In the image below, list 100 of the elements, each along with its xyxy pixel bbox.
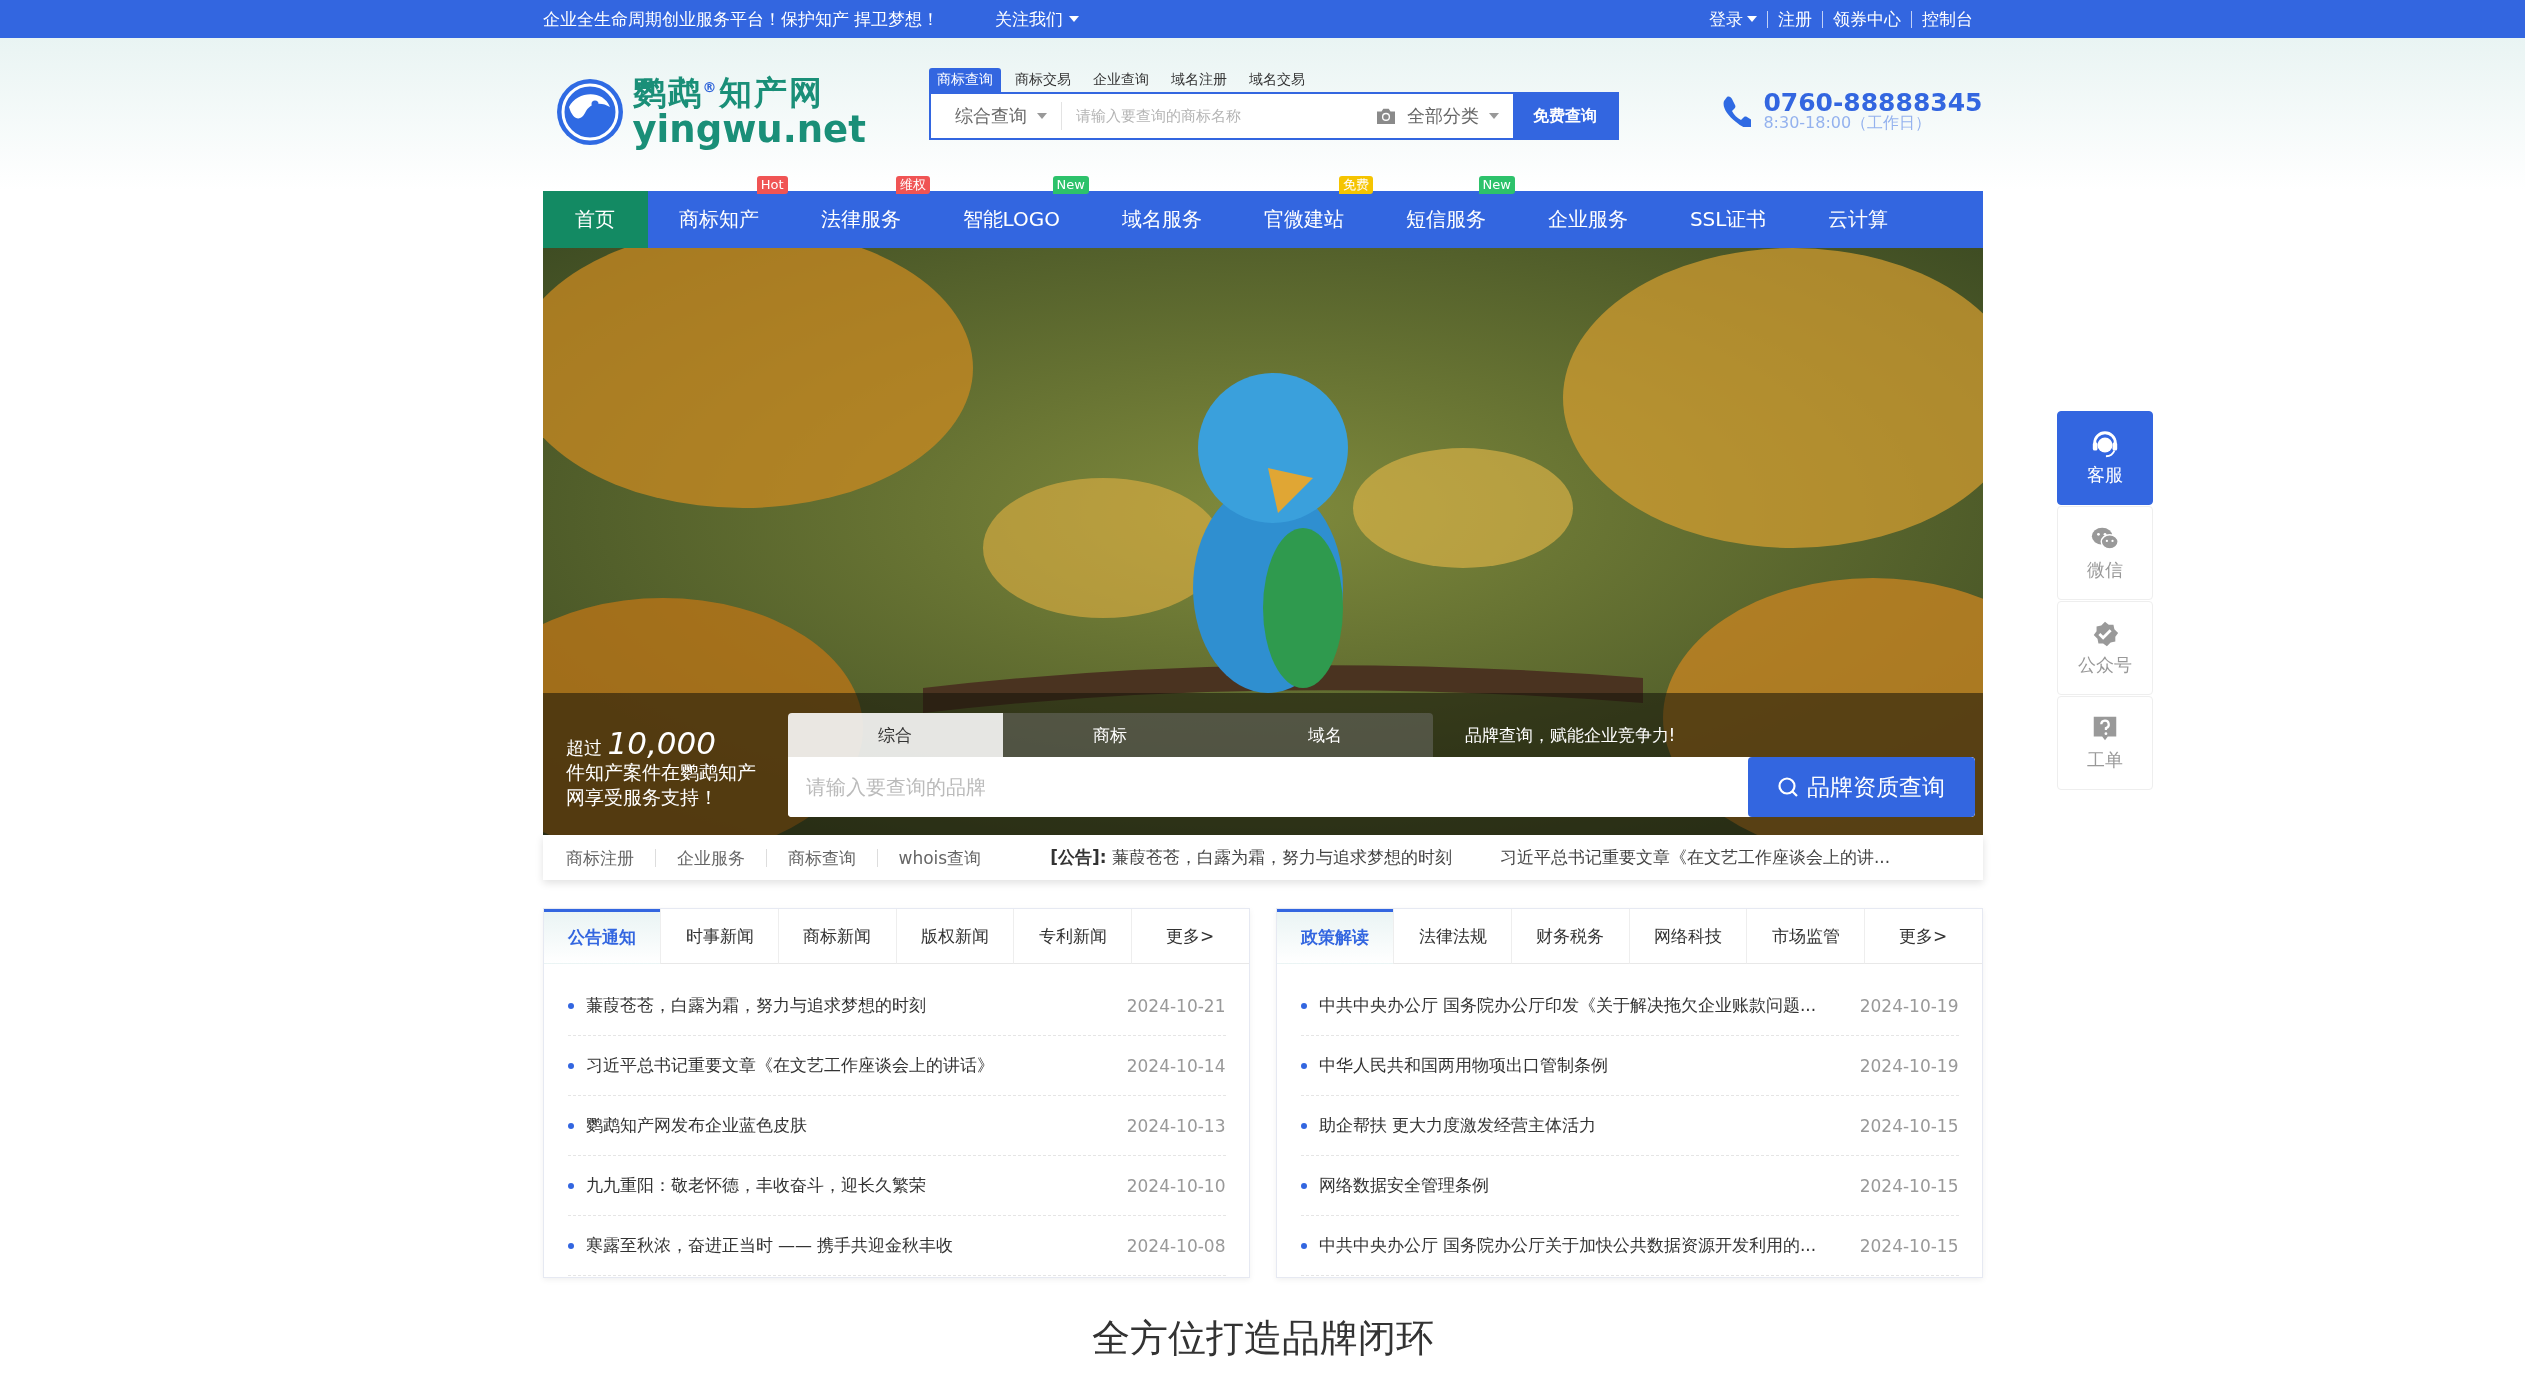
nav-badge: 维权 bbox=[895, 176, 930, 194]
nav-badge: New bbox=[1478, 176, 1515, 194]
caret-icon bbox=[1068, 16, 1079, 22]
news-title[interactable]: 寒露至秋浓，奋进正当时 —— 携手共迎金秋丰收 bbox=[585, 1234, 1127, 1257]
news-date: 2024-10-15 bbox=[1859, 1115, 1959, 1136]
category-dropdown[interactable]: 全部分类 bbox=[1406, 104, 1479, 128]
logo-domain: yingwu.net bbox=[632, 111, 866, 148]
search-tab[interactable]: 商标交易 bbox=[1006, 68, 1079, 92]
bullet-icon bbox=[567, 1062, 574, 1069]
search-tab[interactable]: 域名注册 bbox=[1162, 68, 1235, 92]
news-title[interactable]: 中共中央办公厅 国务院办公厅印发《关于解决拖欠企业账款问题... bbox=[1318, 994, 1860, 1017]
nav-item[interactable]: 官微建站 bbox=[1232, 191, 1375, 248]
caret-icon bbox=[1036, 113, 1047, 119]
nav-badge: New bbox=[1052, 176, 1089, 194]
nav-item[interactable]: 云计算 bbox=[1797, 191, 1920, 248]
news-title[interactable]: 助企帮扶 更大力度激发经营主体活力 bbox=[1318, 1114, 1860, 1137]
news-date: 2024-10-10 bbox=[1126, 1175, 1226, 1196]
news-tab[interactable]: 版权新闻 bbox=[895, 909, 1014, 964]
nav-item[interactable]: 企业服务 bbox=[1516, 191, 1659, 248]
nav-item[interactable]: 智能LOGO bbox=[931, 191, 1091, 248]
news-date: 2024-10-08 bbox=[1126, 1235, 1226, 1256]
bullet-icon bbox=[567, 1002, 574, 1009]
caret-icon bbox=[1746, 16, 1757, 22]
stat-text: 超过 10,000 件知产案件在鹦鹉知产网享受服务支持！ bbox=[565, 731, 756, 810]
notice-link[interactable]: 习近平总书记重要文章《在文艺工作座谈会上的讲... bbox=[1499, 846, 1891, 869]
news-date: 2024-10-13 bbox=[1126, 1115, 1226, 1136]
headset-icon bbox=[2090, 429, 2120, 459]
news-title[interactable]: 网络数据安全管理条例 bbox=[1318, 1174, 1860, 1197]
brand-search-button[interactable]: 品牌资质查询 bbox=[1747, 757, 1975, 817]
nav-item[interactable]: 短信服务 bbox=[1374, 191, 1517, 248]
camera-icon bbox=[1374, 107, 1397, 125]
slogan-text: 企业全生命周期创业服务平台！保护知产 捍卫梦想！ bbox=[542, 7, 939, 31]
side-tool-button[interactable]: 客服 bbox=[2057, 411, 2153, 505]
nav-item[interactable]: 商标知产 bbox=[647, 191, 790, 248]
bullet-icon bbox=[1300, 1182, 1307, 1189]
follow-menu[interactable]: 关注我们 bbox=[994, 7, 1079, 31]
news-date: 2024-10-21 bbox=[1126, 995, 1226, 1016]
news-tab[interactable]: 财务税务 bbox=[1510, 909, 1629, 964]
more-link[interactable]: 更多> bbox=[1863, 909, 1982, 964]
search-tab[interactable]: 商标查询 bbox=[928, 68, 1001, 92]
logo-name: 鹦鹉$^{®}$知产网 bbox=[632, 76, 825, 109]
news-date: 2024-10-19 bbox=[1859, 995, 1959, 1016]
news-tab[interactable]: 市场监管 bbox=[1746, 909, 1864, 964]
nav-item[interactable]: 法律服务 bbox=[789, 191, 932, 248]
news-tab[interactable]: 商标新闻 bbox=[777, 909, 896, 964]
news-title[interactable]: 九九重阳：敬老怀德，丰收奋斗，迎长久繁荣 bbox=[585, 1174, 1127, 1197]
search-tab[interactable]: 企业查询 bbox=[1084, 68, 1157, 92]
news-date: 2024-10-15 bbox=[1859, 1235, 1959, 1256]
search-button[interactable]: 免费查询 bbox=[1512, 94, 1617, 138]
bullet-icon bbox=[567, 1182, 574, 1189]
news-title[interactable]: 中共中央办公厅 国务院办公厅关于加快公共数据资源开发利用的... bbox=[1318, 1234, 1860, 1257]
search-bar[interactable]: 综合查询 请输入要查询的商标名称 全部分类 免费查询 bbox=[928, 92, 1619, 140]
section-title: 全方位打造品牌闭环 bbox=[1091, 1316, 1434, 1360]
search-tab[interactable]: 域名 bbox=[1217, 713, 1433, 757]
news-title[interactable]: 蒹葭苍苍，白露为霜，努力与追求梦想的时刻 bbox=[585, 994, 1127, 1017]
nav-item[interactable]: SSL证书 bbox=[1658, 191, 1798, 248]
caret-icon bbox=[1488, 113, 1499, 119]
quick-link[interactable]: 商标查询 bbox=[765, 848, 877, 867]
news-date: 2024-10-15 bbox=[1859, 1175, 1959, 1196]
notice-link[interactable]: [公告]: 蒹葭苍苍，白露为霜，努力与追求梦想的时刻 bbox=[1050, 846, 1452, 869]
news-tab[interactable]: 公告通知 bbox=[543, 909, 661, 964]
quick-link[interactable]: whois查询 bbox=[876, 848, 1003, 867]
news-title[interactable]: 中华人民共和国两用物项出口管制条例 bbox=[1318, 1054, 1860, 1077]
news-tab[interactable]: 政策解读 bbox=[1276, 909, 1394, 964]
bullet-icon bbox=[1300, 1002, 1307, 1009]
nav-item[interactable]: 首页 bbox=[542, 191, 648, 248]
banner-slogan: 品牌查询，赋能企业竞争力! bbox=[1464, 723, 1676, 747]
more-link[interactable]: 更多> bbox=[1130, 909, 1249, 964]
top-link[interactable]: 注册 bbox=[1766, 10, 1822, 28]
quick-link[interactable]: 企业服务 bbox=[654, 848, 766, 867]
news-tab[interactable]: 专利新闻 bbox=[1013, 909, 1131, 964]
brand-search-bar[interactable]: 请输入要查询的品牌 品牌资质查询 bbox=[787, 757, 1975, 817]
news-date: 2024-10-14 bbox=[1126, 1055, 1226, 1076]
login-link[interactable]: 登录 bbox=[1708, 7, 1767, 31]
bullet-icon bbox=[1300, 1122, 1307, 1129]
bullet-icon bbox=[1300, 1062, 1307, 1069]
phone-number: 0760-88888345 bbox=[1763, 90, 1983, 115]
phone-icon bbox=[1721, 94, 1752, 127]
scope-dropdown[interactable]: 综合查询 bbox=[930, 102, 1062, 130]
search-tab[interactable]: 综合 bbox=[787, 713, 1003, 757]
office-hours: 8:30-18:00（工作日） bbox=[1763, 115, 1933, 131]
bullet-icon bbox=[567, 1242, 574, 1249]
search-tab[interactable]: 商标 bbox=[1002, 713, 1218, 757]
top-link[interactable]: 控制台 bbox=[1910, 10, 1983, 28]
quick-link[interactable]: 商标注册 bbox=[542, 848, 655, 867]
news-title[interactable]: 习近平总书记重要文章《在文艺工作座谈会上的讲话》 bbox=[585, 1054, 1127, 1077]
search-tab[interactable]: 域名交易 bbox=[1240, 68, 1313, 92]
bullet-icon bbox=[1300, 1242, 1307, 1249]
news-title[interactable]: 鹦鹉知产网发布企业蓝色皮肤 bbox=[585, 1114, 1127, 1137]
bullet-icon bbox=[567, 1122, 574, 1129]
search-icon bbox=[1777, 776, 1799, 798]
top-link[interactable]: 领券中心 bbox=[1821, 10, 1911, 28]
parrot-logo-icon bbox=[554, 77, 625, 147]
news-date: 2024-10-19 bbox=[1859, 1055, 1959, 1076]
news-tab[interactable]: 时事新闻 bbox=[660, 909, 778, 964]
nav-badge: Hot bbox=[756, 176, 788, 194]
nav-item[interactable]: 域名服务 bbox=[1090, 191, 1233, 248]
nav-badge: 免费 bbox=[1338, 176, 1373, 194]
news-tab[interactable]: 网络科技 bbox=[1628, 909, 1747, 964]
news-tab[interactable]: 法律法规 bbox=[1393, 909, 1511, 964]
